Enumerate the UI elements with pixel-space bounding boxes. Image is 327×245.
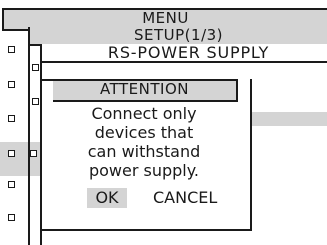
menu-item-marker-4-selected[interactable] — [8, 150, 15, 157]
dialog-message-line-2: devices that — [94, 123, 194, 142]
submenu-title: RS-POWER SUPPLY — [107, 43, 270, 62]
menu-item-marker-6[interactable] — [8, 214, 15, 221]
menu-item-marker-1[interactable] — [8, 46, 15, 53]
ok-button[interactable]: OK — [87, 188, 127, 208]
menu-item-marker-2[interactable] — [8, 81, 15, 88]
setup-item-marker-3-selected[interactable] — [30, 150, 37, 157]
dialog-message-line-3: can withstand — [87, 142, 201, 161]
menu-item-marker-5[interactable] — [8, 181, 15, 188]
dialog-title-bar: ATTENTION — [53, 79, 238, 102]
dialog-message: Connect only devices that can withstand … — [54, 104, 234, 180]
setup-selected-highlight — [30, 142, 40, 176]
menu-item-marker-3[interactable] — [8, 115, 15, 122]
submenu-header: RS-POWER SUPPLY — [40, 44, 327, 63]
dialog-message-line-1: Connect only — [91, 104, 197, 123]
menu-title: MENU — [142, 9, 189, 27]
behind-dialog-highlight — [248, 112, 327, 126]
dialog-title: ATTENTION — [100, 80, 189, 98]
column-divider-1 — [28, 27, 30, 245]
dialog-message-line-4: power supply. — [88, 161, 200, 180]
selected-row-highlight — [0, 142, 28, 176]
cancel-button[interactable]: CANCEL — [153, 188, 245, 208]
setup-title: SETUP(1/3) — [133, 26, 224, 44]
setup-item-marker-1[interactable] — [32, 64, 39, 71]
setup-item-marker-2[interactable] — [32, 98, 39, 105]
